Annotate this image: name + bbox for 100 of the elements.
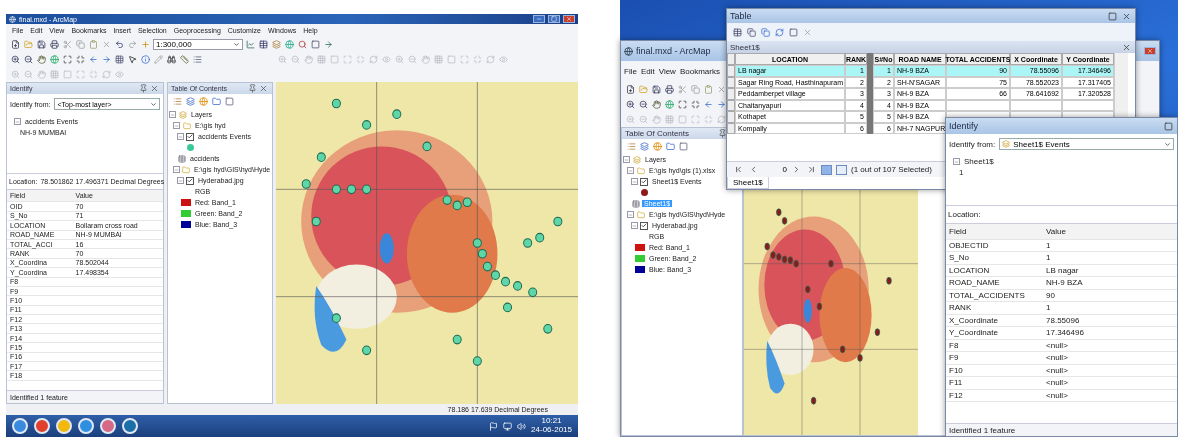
clipboard-icon[interactable] <box>703 84 714 95</box>
globe-icon[interactable] <box>49 54 60 65</box>
options-icon[interactable] <box>678 141 689 152</box>
pin-icon[interactable] <box>138 83 149 94</box>
tree-expander[interactable] <box>177 177 184 184</box>
zoom-in-icon[interactable] <box>10 54 21 65</box>
row-selector[interactable] <box>727 99 735 111</box>
close-button[interactable] <box>563 15 575 23</box>
identify-from-dropdown[interactable]: Sheet1$ Events <box>999 138 1174 150</box>
app-icon[interactable] <box>34 418 50 434</box>
zoom-out-icon[interactable] <box>23 54 34 65</box>
redo-icon[interactable] <box>127 39 138 50</box>
new-file-icon[interactable] <box>10 39 21 50</box>
save-icon[interactable] <box>36 39 47 50</box>
tree-item[interactable]: Sheet1$ <box>962 157 996 166</box>
clipboard-icon[interactable] <box>88 39 99 50</box>
tree-expander[interactable] <box>627 211 634 218</box>
scale-dropdown[interactable]: 1:300,000 <box>153 39 243 50</box>
folder-icon[interactable] <box>211 96 222 107</box>
layer-checkbox[interactable] <box>640 221 648 230</box>
layer-checkbox[interactable] <box>640 177 648 186</box>
identify-icon[interactable] <box>140 54 151 65</box>
layer-checkbox[interactable] <box>186 132 194 141</box>
menu-item[interactable]: Bookmarks <box>679 67 720 76</box>
globe-icon[interactable] <box>664 99 675 110</box>
row-selector[interactable] <box>727 122 735 134</box>
printer-icon[interactable] <box>664 84 675 95</box>
start-button[interactable] <box>12 418 28 434</box>
tree-expander[interactable] <box>631 178 638 185</box>
ruler-icon[interactable] <box>179 54 190 65</box>
copy-icon[interactable] <box>75 39 86 50</box>
delete-icon[interactable] <box>101 39 112 50</box>
app-icon[interactable] <box>122 418 138 434</box>
full-extent-icon[interactable] <box>62 54 73 65</box>
last-record-icon[interactable] <box>806 164 817 175</box>
pointer-icon[interactable] <box>127 54 138 65</box>
globe-icon[interactable] <box>652 141 663 152</box>
grid-icon[interactable] <box>49 69 60 80</box>
volume-icon[interactable] <box>517 421 527 431</box>
zoom-in-icon[interactable] <box>625 99 636 110</box>
layers-icon[interactable] <box>639 141 650 152</box>
tree-expander[interactable] <box>14 118 21 125</box>
layer-checkbox[interactable] <box>186 176 194 185</box>
row-selector[interactable] <box>727 76 735 88</box>
menu-item[interactable]: Edit <box>640 67 655 76</box>
eye-icon[interactable] <box>381 54 392 65</box>
binoculars-icon[interactable] <box>166 54 177 65</box>
printer-icon[interactable] <box>49 39 60 50</box>
back-icon[interactable] <box>88 54 99 65</box>
eye-icon[interactable] <box>114 69 125 80</box>
menu-item[interactable]: View <box>658 67 676 76</box>
select-icon[interactable] <box>114 54 125 65</box>
sheet-tab[interactable]: Sheet1$ <box>727 177 769 189</box>
table-options-icon[interactable] <box>732 26 743 38</box>
first-record-icon[interactable] <box>733 164 744 175</box>
copy-icon[interactable] <box>690 84 701 95</box>
back-icon[interactable] <box>703 99 714 110</box>
layers-icon[interactable] <box>185 96 196 107</box>
maximize-icon[interactable] <box>1107 10 1118 22</box>
folder-icon[interactable] <box>665 141 676 152</box>
monitor-icon[interactable] <box>503 421 513 431</box>
save-icon[interactable] <box>651 84 662 95</box>
tree-expander[interactable] <box>173 122 180 129</box>
close-icon[interactable] <box>149 83 160 94</box>
tree-expander[interactable] <box>177 133 184 140</box>
view-toggle-button[interactable] <box>821 164 832 175</box>
forward-icon[interactable] <box>716 99 727 110</box>
tree-expander[interactable] <box>173 166 180 173</box>
pan-icon[interactable] <box>651 114 662 125</box>
minimize-button[interactable] <box>533 15 545 23</box>
close-button[interactable] <box>1144 47 1156 55</box>
maximize-icon[interactable] <box>1163 120 1174 132</box>
pan-icon[interactable] <box>303 54 314 65</box>
fixed-zoom-icon[interactable] <box>75 54 86 65</box>
window-icon[interactable] <box>310 39 321 50</box>
list-icon[interactable] <box>192 54 203 65</box>
refresh-icon[interactable] <box>101 69 112 80</box>
flag-icon[interactable] <box>489 421 499 431</box>
close-icon[interactable] <box>258 83 269 94</box>
pan-icon[interactable] <box>420 54 431 65</box>
arrow-icon[interactable] <box>323 39 334 50</box>
row-selector[interactable] <box>727 111 735 123</box>
tree-item[interactable]: 1 <box>957 168 966 177</box>
search-icon[interactable] <box>297 39 308 50</box>
pan-icon[interactable] <box>36 54 47 65</box>
tree-expander[interactable] <box>953 158 960 165</box>
refresh-icon[interactable] <box>774 26 785 38</box>
grid-icon[interactable] <box>316 54 327 65</box>
app-icon[interactable] <box>100 418 116 434</box>
pin-icon[interactable] <box>717 128 728 139</box>
refresh-icon[interactable] <box>485 54 496 65</box>
new-file-icon[interactable] <box>625 84 636 95</box>
row-selector[interactable] <box>727 88 735 100</box>
zoom-out-icon[interactable] <box>638 99 649 110</box>
copy-icon[interactable] <box>746 26 757 38</box>
globe-icon[interactable] <box>284 39 295 50</box>
list-icon[interactable] <box>172 96 183 107</box>
tree-expander[interactable] <box>627 167 634 174</box>
app-icon[interactable] <box>78 418 94 434</box>
refresh-icon[interactable] <box>716 114 727 125</box>
